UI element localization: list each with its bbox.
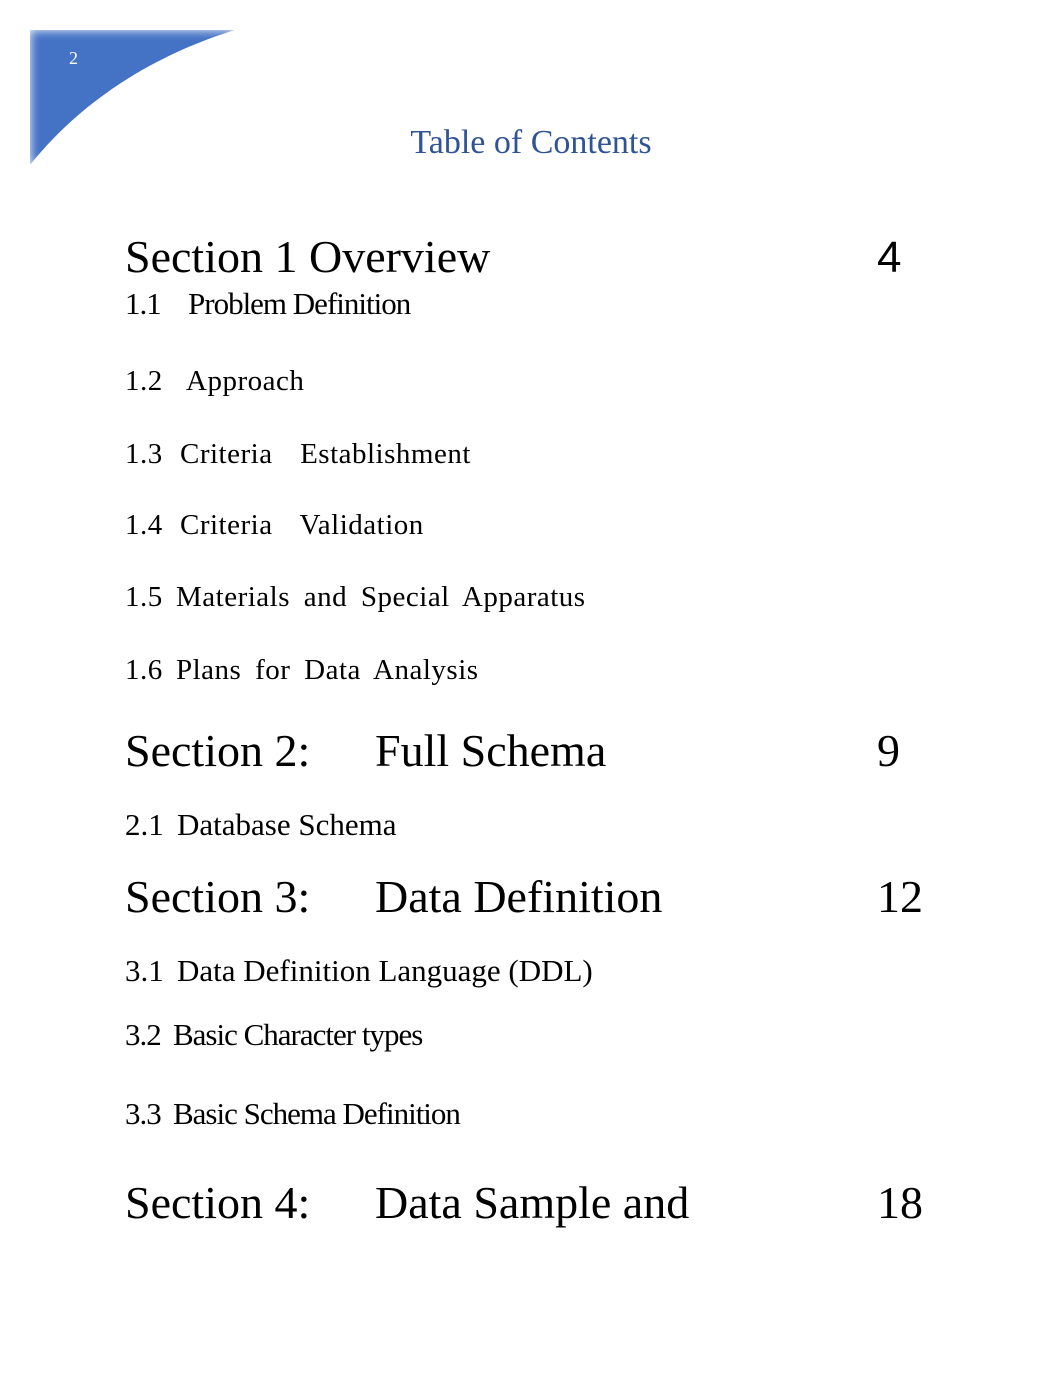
toc-subsection-1-1[interactable]: 1.1 Problem Definition: [125, 286, 411, 321]
toc-subsection-1-6[interactable]: 1.6 Plans for Data Analysis: [125, 656, 479, 685]
subsection-title: Problem Definition: [188, 286, 411, 321]
subsection-number: 3.1: [125, 953, 164, 988]
subsection-title: Basic Schema Definition: [173, 1096, 461, 1131]
section-1-label: Section 1 Overview: [125, 231, 491, 282]
section-3-page: 12: [877, 871, 923, 922]
section-4-page: 18: [877, 1177, 923, 1228]
toc-subsection-1-4[interactable]: 1.4 Criteria Validation: [125, 511, 424, 540]
toc-subsection-1-5[interactable]: 1.5 Materials and Special Apparatus: [125, 583, 586, 612]
subsection-number: 1.2: [125, 365, 163, 397]
toc-section-3[interactable]: Section 3: Data Definition: [125, 874, 662, 920]
subsection-title: Database Schema: [177, 807, 397, 842]
subsection-number: 1.6: [125, 654, 163, 686]
toc-section-2[interactable]: Section 2: Full Schema: [125, 728, 606, 774]
toc-subsection-3-1[interactable]: 3.1 Data Definition Language (DDL): [125, 955, 593, 986]
toc-subsection-3-3[interactable]: 3.3 Basic Schema Definition: [125, 1096, 461, 1131]
toc-title: Table of Contents: [410, 124, 652, 161]
subsection-number: 1.5: [125, 581, 163, 613]
toc-section-1[interactable]: Section 1 Overview: [125, 234, 490, 280]
subsection-number: 2.1: [125, 807, 164, 842]
page-number: 2: [69, 48, 78, 68]
toc-subsection-2-1[interactable]: 2.1 Database Schema: [125, 809, 396, 840]
subsection-number: 1.1: [125, 286, 162, 321]
subsection-title: Basic Character types: [173, 1017, 423, 1052]
subsection-title: Approach: [186, 365, 305, 397]
section-2-title: Full Schema: [375, 725, 607, 776]
subsection-number: 3.2: [125, 1017, 162, 1052]
section-3-title: Data Definition: [375, 871, 663, 922]
toc-subsection-1-2[interactable]: 1.2 Approach: [125, 367, 304, 396]
toc-section-4[interactable]: Section 4: Data Sample and: [125, 1180, 689, 1226]
section-3-label: Section 3:: [125, 871, 311, 922]
subsection-title: Data Definition Language (DDL): [177, 953, 593, 988]
section-2-label: Section 2:: [125, 725, 311, 776]
section-1-page: 4: [877, 233, 902, 282]
subsection-number: 3.3: [125, 1096, 162, 1131]
toc-subsection-1-3[interactable]: 1.3 Criteria Establishment: [125, 440, 471, 469]
subsection-number: 1.3: [125, 438, 163, 470]
subsection-title: Materials and Special Apparatus: [176, 581, 586, 613]
subsection-title: Criteria Establishment: [180, 438, 471, 470]
subsection-title: Plans for Data Analysis: [176, 654, 479, 686]
section-2-page: 9: [877, 725, 900, 776]
subsection-number: 1.4: [125, 509, 163, 541]
section-4-label: Section 4:: [125, 1177, 311, 1228]
toc-subsection-3-2[interactable]: 3.2 Basic Character types: [125, 1017, 423, 1052]
subsection-title: Criteria Validation: [180, 509, 424, 541]
section-4-title: Data Sample and: [375, 1177, 690, 1228]
